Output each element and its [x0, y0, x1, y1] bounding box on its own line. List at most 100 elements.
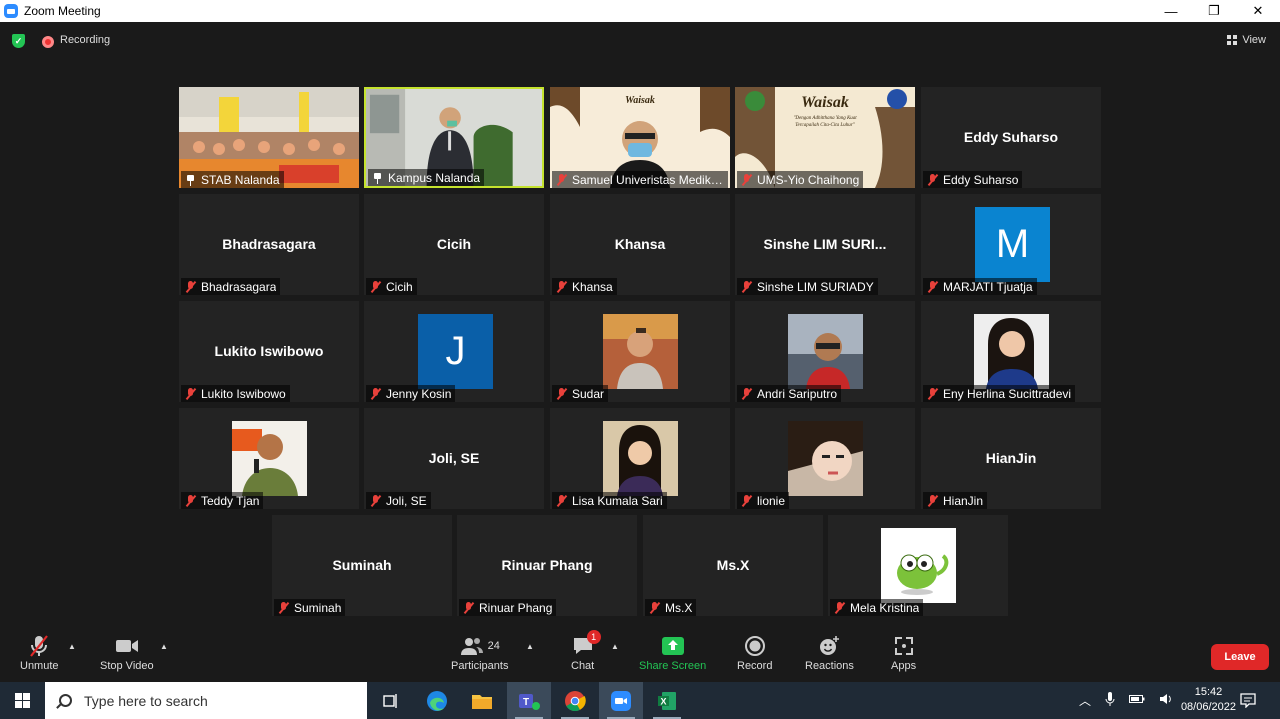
mic-muted-icon	[556, 494, 567, 507]
mic-muted-icon	[556, 280, 567, 293]
participant-display-name: Rinuar Phang	[501, 557, 593, 573]
video-options-caret-icon[interactable]: ▲	[160, 642, 168, 651]
participants-caret-icon[interactable]: ▲	[526, 642, 534, 651]
restore-button[interactable]: ❐	[1192, 0, 1236, 22]
stop-video-button[interactable]: Stop Video	[100, 634, 154, 672]
file-explorer-icon[interactable]	[460, 682, 504, 719]
participant-name: Andri Sariputro	[757, 386, 838, 401]
participant-tile[interactable]: STAB Nalanda	[179, 87, 359, 188]
participant-tile[interactable]: Waisak Samuel Univeristas Medika...	[550, 87, 730, 188]
window-titlebar: Zoom Meeting — ❐ ✕	[0, 0, 1280, 22]
participant-name-bar: STAB Nalanda	[181, 171, 284, 188]
volume-icon[interactable]	[1159, 693, 1173, 708]
participant-display-name: Bhadrasagara	[222, 236, 316, 252]
participant-photo	[788, 421, 863, 496]
participant-photo	[603, 314, 678, 389]
video-camera-icon	[114, 634, 140, 658]
record-button[interactable]: Record	[737, 634, 772, 672]
chat-button[interactable]: 1 Chat	[571, 630, 601, 672]
teams-icon[interactable]: T	[507, 682, 551, 719]
taskbar-clock[interactable]: 15:42 08/06/2022	[1181, 685, 1236, 715]
participant-tile[interactable]: J Jenny Kosin	[364, 301, 544, 402]
apps-button[interactable]: Apps	[891, 634, 916, 672]
participant-name-bar: Andri Sariputro	[737, 385, 842, 402]
zoom-taskbar-icon[interactable]	[599, 682, 643, 719]
recording-label: Recording	[60, 34, 111, 46]
share-screen-label: Share Screen	[639, 660, 707, 672]
participant-name-bar: Eddy Suharso	[923, 171, 1023, 188]
start-button[interactable]	[0, 682, 45, 719]
participant-display-name: Eddy Suharso	[963, 129, 1059, 145]
participant-display-name: Joli, SE	[428, 450, 480, 466]
participant-name-bar: UMS-Yio Chaihong	[737, 171, 864, 188]
participant-name: Lisa Kumala Sari	[572, 493, 663, 508]
reactions-button[interactable]: Reactions	[805, 634, 854, 672]
participants-button[interactable]: 24 Participants	[451, 634, 508, 672]
view-button[interactable]: View	[1227, 34, 1266, 46]
chrome-icon[interactable]	[553, 682, 597, 719]
participant-tile[interactable]: Teddy Tjan	[179, 408, 359, 509]
pin-icon	[372, 172, 383, 184]
edge-browser-icon[interactable]	[415, 682, 459, 719]
participant-tile[interactable]: Kampus Nalanda	[364, 87, 544, 188]
participant-name: Khansa	[572, 279, 613, 294]
excel-icon[interactable]: X	[645, 682, 689, 719]
battery-icon[interactable]	[1129, 694, 1145, 707]
participant-tile[interactable]: Sudar	[550, 301, 730, 402]
participant-display-name: Sinshe LIM SURI...	[763, 236, 887, 252]
participant-tile[interactable]: Ms.X Ms.X	[643, 515, 823, 616]
participant-tile[interactable]: Andri Sariputro	[735, 301, 915, 402]
security-shield-icon[interactable]: ✓	[12, 34, 25, 48]
close-button[interactable]: ✕	[1236, 0, 1280, 22]
mic-muted-icon	[463, 601, 474, 614]
microphone-tray-icon[interactable]	[1105, 692, 1115, 709]
participant-tile[interactable]: HianJin HianJin	[921, 408, 1101, 509]
unmute-button[interactable]: Unmute	[20, 634, 59, 672]
participant-tile[interactable]: M MARJATI Tjuatja	[921, 194, 1101, 295]
participants-icon: 24	[460, 634, 500, 658]
taskbar-search[interactable]: Type here to search	[45, 682, 367, 719]
minimize-button[interactable]: —	[1149, 0, 1193, 22]
apps-label: Apps	[891, 660, 917, 672]
notifications-icon[interactable]	[1240, 682, 1256, 719]
leave-button[interactable]: Leave	[1211, 644, 1269, 670]
participant-tile[interactable]: Waisak "Dengan Adhitthana Yang Kuat Tercap…	[735, 87, 915, 188]
participant-name: Bhadrasagara	[201, 279, 277, 294]
participant-tile[interactable]: Rinuar Phang Rinuar Phang	[457, 515, 637, 616]
participant-tile[interactable]: Lukito Iswibowo Lukito Iswibowo	[179, 301, 359, 402]
task-view-icon[interactable]	[368, 682, 412, 719]
share-screen-icon	[661, 634, 684, 658]
windows-logo-icon	[15, 693, 30, 708]
participant-tile[interactable]: Lisa Kumala Sari	[550, 408, 730, 509]
meeting-info-bar: ✓ Recording View	[0, 22, 1280, 60]
participant-tile[interactable]: lionie	[735, 408, 915, 509]
mic-muted-icon	[185, 494, 196, 507]
participant-tile[interactable]: Eny Herlina Sucittradevi	[921, 301, 1101, 402]
chat-label: Chat	[571, 660, 595, 672]
participant-photo	[603, 421, 678, 496]
participant-name: Mela Kristina	[850, 600, 920, 615]
audio-options-caret-icon[interactable]: ▲	[68, 642, 76, 651]
participant-tile[interactable]: Sinshe LIM SURI... Sinshe LIM SURIADY	[735, 194, 915, 295]
mic-muted-icon	[741, 173, 752, 186]
apps-icon	[894, 634, 914, 658]
participant-tile[interactable]: Cicih Cicih	[364, 194, 544, 295]
participant-tile[interactable]: Joli, SE Joli, SE	[364, 408, 544, 509]
view-label: View	[1242, 34, 1266, 46]
mic-muted-icon	[649, 601, 660, 614]
participant-tile[interactable]: Eddy Suharso Eddy Suharso	[921, 87, 1101, 188]
chat-caret-icon[interactable]: ▲	[611, 642, 619, 651]
mic-muted-icon	[741, 280, 752, 293]
participant-name-bar: Rinuar Phang	[459, 599, 557, 616]
mic-muted-icon	[370, 280, 381, 293]
participant-display-name: HianJin	[985, 450, 1037, 466]
participant-tile[interactable]: Bhadrasagara Bhadrasagara	[179, 194, 359, 295]
participant-tile[interactable]: Suminah Suminah	[272, 515, 452, 616]
participant-tile[interactable]: Mela Kristina	[828, 515, 1008, 616]
share-screen-button[interactable]: Share Screen	[639, 634, 706, 672]
mic-muted-icon	[741, 494, 752, 507]
participant-avatar: M	[975, 207, 1050, 282]
svg-text:X: X	[660, 696, 666, 706]
show-hidden-icons-icon[interactable]: ︿	[1079, 692, 1091, 709]
participant-tile[interactable]: Khansa Khansa	[550, 194, 730, 295]
